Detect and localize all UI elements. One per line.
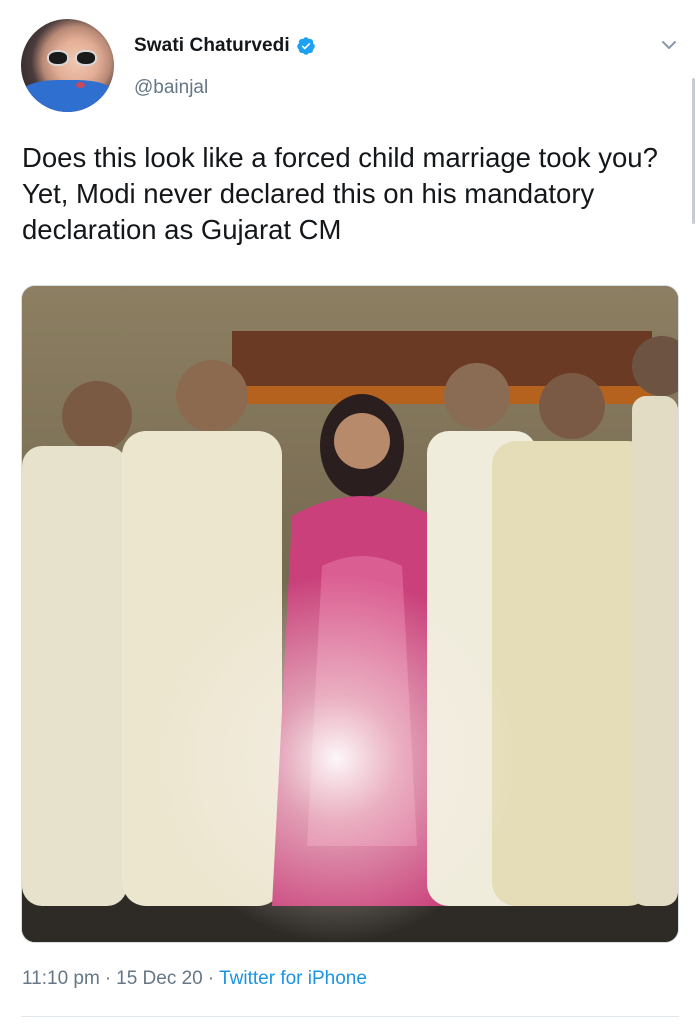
meta-separator: · <box>207 968 215 989</box>
avatar[interactable] <box>21 19 114 112</box>
avatar-shirt <box>21 80 114 112</box>
tweet-photo[interactable] <box>21 285 679 943</box>
display-name[interactable]: Swati Chaturvedi <box>134 35 290 57</box>
chevron-down-icon[interactable] <box>660 36 678 54</box>
author-name-row[interactable]: Swati Chaturvedi <box>134 35 316 57</box>
avatar-lens-left <box>47 50 69 66</box>
tweet-meta: 11:10 pm · 15 Dec 20 · Twitter for iPhone <box>22 968 367 990</box>
tweet: Swati Chaturvedi @bainjal Does this look… <box>0 0 696 1024</box>
divider <box>21 1016 679 1017</box>
scrollbar-thumb[interactable] <box>692 78 695 224</box>
photo-illustration <box>22 286 678 942</box>
tweet-source-link[interactable]: Twitter for iPhone <box>219 968 367 989</box>
avatar-lens-right <box>75 50 97 66</box>
meta-separator: · <box>104 968 112 989</box>
avatar-sunglasses <box>47 50 101 68</box>
author-handle[interactable]: @bainjal <box>134 77 208 99</box>
tweet-date[interactable]: 15 Dec 20 <box>116 968 203 989</box>
tweet-text: Does this look like a forced child marri… <box>22 142 658 245</box>
avatar-lips <box>76 82 85 88</box>
tweet-time[interactable]: 11:10 pm <box>22 968 100 989</box>
verified-badge-icon <box>296 37 315 55</box>
